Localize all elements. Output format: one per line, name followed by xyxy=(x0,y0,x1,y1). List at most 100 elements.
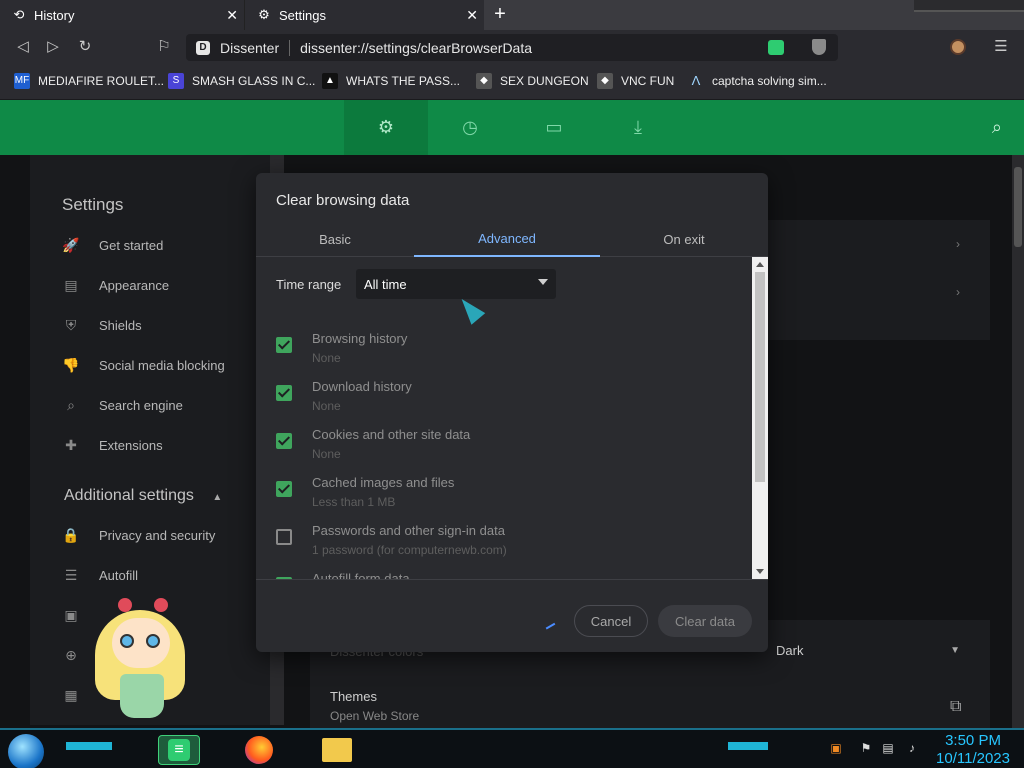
bookmark-item[interactable]: ▲ WHATS THE PASS... xyxy=(322,73,460,89)
taskbar-clock[interactable]: 3:50 PM 10/11/2023 xyxy=(936,732,1010,768)
start-button[interactable] xyxy=(8,734,44,768)
sticker-horn xyxy=(154,598,168,612)
bookmark-label: MEDIAFIRE ROULET... xyxy=(38,74,165,88)
sidebar-item-appearance[interactable]: ▤ Appearance xyxy=(62,276,169,294)
scroll-thumb[interactable] xyxy=(1014,167,1022,247)
keyboard-icon: ▤ xyxy=(64,277,78,293)
colors-select[interactable]: Dark ▼ xyxy=(776,643,966,658)
forward-icon[interactable]: ▷ xyxy=(44,38,62,56)
network-icon[interactable]: ▤ xyxy=(880,740,896,756)
sidebar-item-search-engine[interactable]: ⌕ Search engine xyxy=(62,396,183,414)
address-bar[interactable]: D Dissenter dissenter://settings/clearBr… xyxy=(186,34,838,61)
back-icon[interactable]: ◁ xyxy=(14,38,32,56)
sidebar-item-privacy[interactable]: 🔒 Privacy and security xyxy=(62,526,215,544)
sidebar-item-label: Appearance xyxy=(99,277,170,293)
scroll-up-icon[interactable] xyxy=(756,262,764,267)
taskbar: ≡ ▣ ⚑ ▤ ♪ 3:50 PM 10/11/2023 xyxy=(0,728,1024,768)
bookmarks-icon[interactable]: ▭ xyxy=(512,100,596,155)
checkbox-checked[interactable] xyxy=(276,433,292,449)
close-tab-icon[interactable]: ✕ xyxy=(466,8,478,22)
notes-icon: ≡ xyxy=(168,739,190,761)
checkbox-unchecked[interactable] xyxy=(276,529,292,545)
dialog-scrollbar[interactable] xyxy=(752,257,768,579)
bookmark-item[interactable]: Λ captcha solving sim... xyxy=(688,73,827,89)
clock-date: 10/11/2023 xyxy=(936,750,1010,767)
tab-on-exit[interactable]: On exit xyxy=(600,221,768,257)
checkbox-checked[interactable] xyxy=(276,481,292,497)
time-range-select[interactable]: All time xyxy=(356,269,556,299)
option-download-history[interactable]: Download history None xyxy=(276,379,736,427)
window-decoration xyxy=(914,0,1024,12)
option-cached-images[interactable]: Cached images and files Less than 1 MB xyxy=(276,475,736,523)
chevron-right-icon[interactable]: › xyxy=(956,237,960,251)
sidebar-item-extensions[interactable]: ✚ Extensions xyxy=(62,436,162,454)
url-text[interactable]: dissenter://settings/clearBrowserData xyxy=(300,40,532,56)
scroll-thumb[interactable] xyxy=(755,272,765,482)
additional-settings-toggle[interactable]: Additional settings ▲ xyxy=(64,487,222,505)
option-passwords[interactable]: Passwords and other sign-in data 1 passw… xyxy=(276,523,736,571)
vnc-icon: ◆ xyxy=(597,73,613,89)
shield-icon: ⛨ xyxy=(65,317,77,333)
section-title: Additional settings xyxy=(64,487,194,504)
tab-title: History xyxy=(34,7,75,23)
bookmark-item[interactable]: ◆ VNC FUN xyxy=(597,73,674,89)
sidebar-item-shields[interactable]: ⛨ Shields xyxy=(62,316,142,334)
lock-icon: 🔒 xyxy=(62,527,80,543)
tab-basic[interactable]: Basic xyxy=(256,221,414,257)
bookmark-item[interactable]: ◆ SEX DUNGEON xyxy=(476,73,589,89)
bookmark-item[interactable]: S SMASH GLASS IN C... xyxy=(168,73,315,89)
history-icon[interactable]: ◷ xyxy=(428,100,512,155)
scroll-down-icon[interactable] xyxy=(756,569,764,574)
option-label: Download history xyxy=(312,379,412,394)
dungeon-icon: ◆ xyxy=(476,73,492,89)
main-scrollbar[interactable] xyxy=(1012,155,1024,735)
taskbar-app-notes[interactable]: ≡ xyxy=(158,735,200,765)
loading-spinner-icon xyxy=(545,622,557,632)
taskbar-app-explorer[interactable] xyxy=(316,735,358,765)
profile-avatar[interactable] xyxy=(950,39,966,55)
tray-app-icon[interactable]: ▣ xyxy=(828,740,844,756)
rocket-icon: 🚀 xyxy=(62,237,80,253)
menu-icon[interactable]: ☰ xyxy=(992,38,1010,56)
tab-settings[interactable]: ⚙ Settings ✕ xyxy=(244,0,484,30)
checkbox-checked[interactable] xyxy=(276,385,292,401)
option-browsing-history[interactable]: Browsing history None xyxy=(276,331,736,379)
clear-browsing-data-dialog: Clear browsing data Basic Advanced On ex… xyxy=(256,173,768,652)
dialog-title: Clear browsing data xyxy=(276,192,410,209)
sidebar-item-autofill[interactable]: ☰ Autofill xyxy=(62,566,138,584)
sticker-eye xyxy=(120,634,134,648)
tab-history[interactable]: ⟲ History ✕ xyxy=(0,0,244,30)
taskbar-app-firefox[interactable] xyxy=(238,735,280,765)
settings-gear-icon[interactable]: ⚙ xyxy=(344,100,428,155)
reload-icon[interactable]: ↻ xyxy=(76,38,94,56)
flag-icon[interactable]: ⚑ xyxy=(858,740,874,756)
extension-icon[interactable] xyxy=(768,40,784,55)
sidebar-item-get-started[interactable]: 🚀 Get started xyxy=(62,236,163,254)
downloads-icon[interactable]: ⤓ xyxy=(596,100,680,155)
search-icon[interactable]: ⌕ xyxy=(992,117,1002,138)
shield-icon[interactable] xyxy=(812,39,826,55)
checkbox-checked[interactable] xyxy=(276,337,292,353)
captcha-icon: Λ xyxy=(691,73,701,88)
bookmark-icon[interactable]: ⚐ xyxy=(155,38,173,56)
tab-advanced[interactable]: Advanced xyxy=(414,221,600,257)
sidebar-title: Settings xyxy=(62,195,124,214)
open-external-icon[interactable]: ⧉ xyxy=(950,698,961,716)
option-autofill[interactable]: Autofill form data xyxy=(276,571,736,579)
bookmark-label: WHATS THE PASS... xyxy=(346,74,461,88)
site-info-icon[interactable]: D xyxy=(196,40,210,55)
tab-strip: ⟲ History ✕ ⚙ Settings ✕ + xyxy=(0,0,1024,30)
bookmark-item[interactable]: MF MEDIAFIRE ROULET... xyxy=(14,73,164,89)
divider xyxy=(256,579,768,580)
sidebar-item-social-media-blocking[interactable]: 👎 Social media blocking xyxy=(62,356,224,374)
new-tab-button[interactable]: + xyxy=(490,4,510,25)
sticker-horn xyxy=(118,598,132,612)
volume-icon[interactable]: ♪ xyxy=(904,740,920,756)
clear-data-button[interactable]: Clear data xyxy=(658,605,752,637)
option-cookies[interactable]: Cookies and other site data None xyxy=(276,427,736,475)
close-tab-icon[interactable]: ✕ xyxy=(226,8,238,22)
history-icon: ⟲ xyxy=(13,7,25,22)
settings-header: ⚙ ◷ ▭ ⤓ ⌕ xyxy=(0,100,1024,155)
cancel-button[interactable]: Cancel xyxy=(574,605,648,637)
chevron-right-icon[interactable]: › xyxy=(956,285,960,299)
